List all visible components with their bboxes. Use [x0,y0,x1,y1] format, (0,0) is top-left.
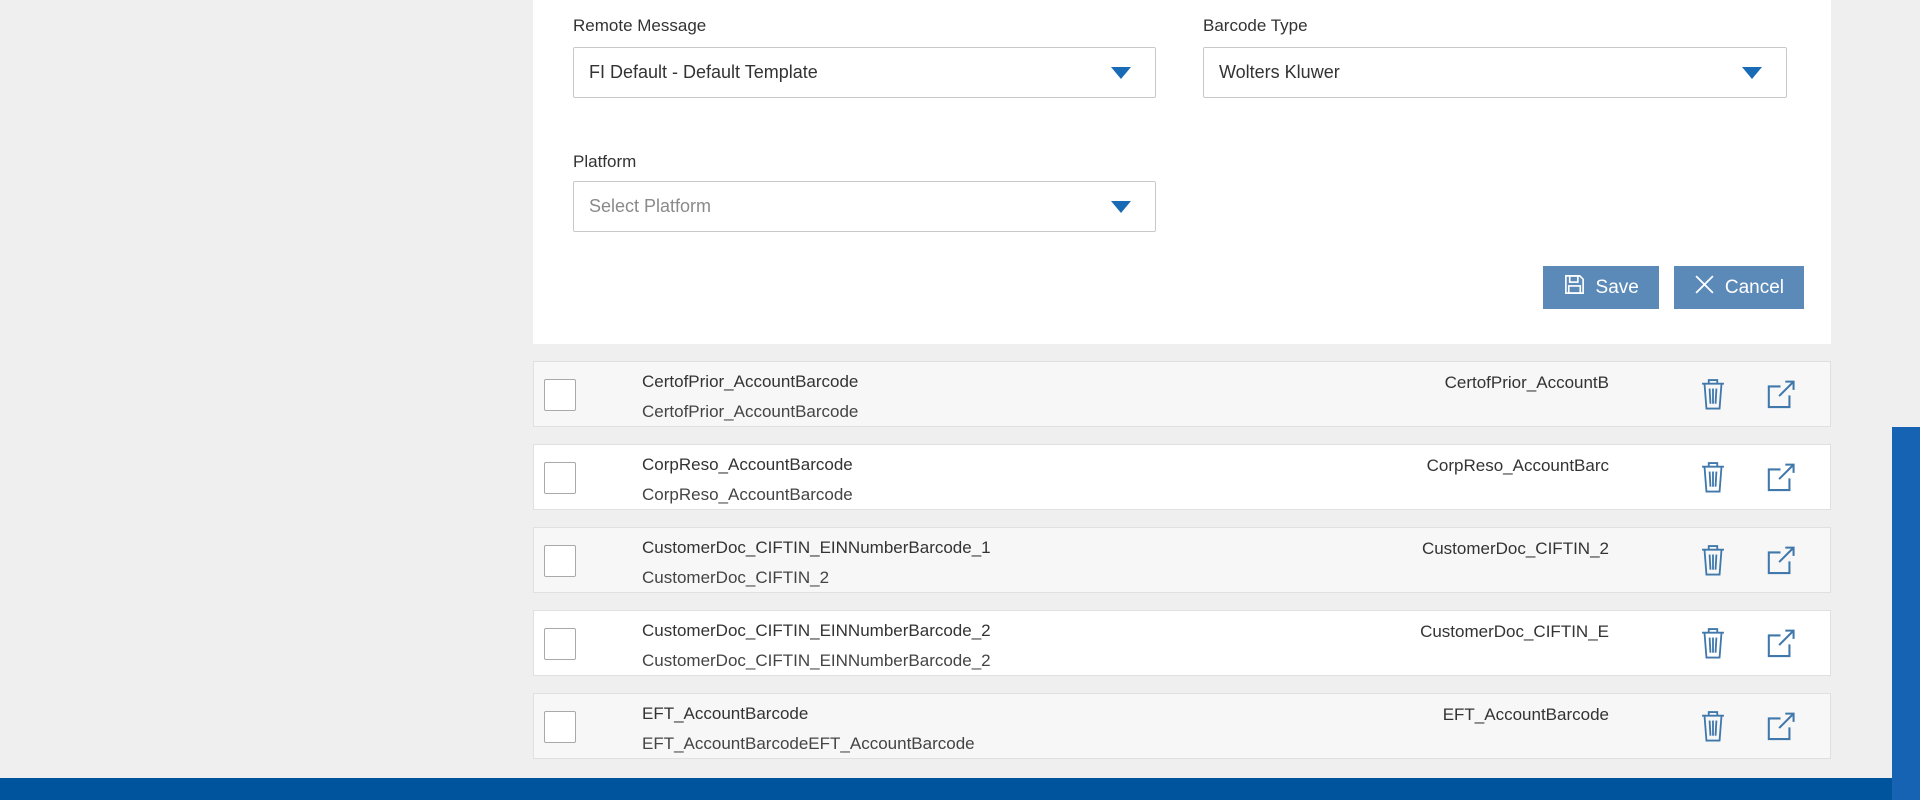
save-button[interactable]: Save [1543,266,1659,309]
open-button[interactable] [1764,461,1797,494]
open-button[interactable] [1764,378,1797,411]
bottom-bar [0,778,1920,800]
row-name: EFT_AccountBarcode [642,703,975,724]
trash-icon [1698,399,1728,414]
table-row: CustomerDoc_CIFTIN_EINNumberBarcode_2 Cu… [533,610,1831,676]
row-value: EFT_AccountBarcode [1443,705,1609,725]
row-checkbox[interactable] [544,628,576,660]
table-row: CertofPrior_AccountBarcode CertofPrior_A… [533,361,1831,427]
trash-icon [1698,648,1728,663]
remote-message-value: FI Default - Default Template [589,62,818,83]
row-subtitle: CustomerDoc_CIFTIN_2 [642,567,991,588]
row-value: CorpReso_AccountBarc [1427,456,1609,476]
x-icon [1694,274,1715,301]
open-button[interactable] [1764,710,1797,743]
row-subtitle: CustomerDoc_CIFTIN_EINNumberBarcode_2 [642,650,991,671]
platform-placeholder: Select Platform [589,196,711,217]
open-button[interactable] [1764,544,1797,577]
barcode-type-select[interactable]: Wolters Kluwer [1203,47,1787,98]
delete-button[interactable] [1698,626,1728,660]
open-in-new-icon [1764,731,1797,746]
chevron-down-icon [1111,67,1131,79]
save-floppy-icon [1563,273,1586,302]
chevron-down-icon [1111,201,1131,213]
trash-icon [1698,731,1728,746]
row-name: CorpReso_AccountBarcode [642,454,853,475]
barcode-list: CertofPrior_AccountBarcode CertofPrior_A… [533,361,1831,776]
row-checkbox[interactable] [544,379,576,411]
open-in-new-icon [1764,648,1797,663]
scrollbar-thumb[interactable] [1892,427,1920,800]
trash-icon [1698,565,1728,580]
remote-message-label: Remote Message [573,16,706,36]
trash-icon [1698,482,1728,497]
barcode-type-value: Wolters Kluwer [1219,62,1340,83]
row-name: CustomerDoc_CIFTIN_EINNumberBarcode_1 [642,537,991,558]
row-subtitle: CertofPrior_AccountBarcode [642,401,858,422]
cancel-button-label: Cancel [1725,277,1784,299]
row-value: CertofPrior_AccountB [1445,373,1609,393]
row-subtitle: EFT_AccountBarcodeEFT_AccountBarcode [642,733,975,754]
form-actions: Save Cancel [1543,266,1804,309]
row-name: CertofPrior_AccountBarcode [642,371,858,392]
open-in-new-icon [1764,482,1797,497]
table-row: CustomerDoc_CIFTIN_EINNumberBarcode_1 Cu… [533,527,1831,593]
row-checkbox[interactable] [544,545,576,577]
row-name: CustomerDoc_CIFTIN_EINNumberBarcode_2 [642,620,991,641]
row-value: CustomerDoc_CIFTIN_E [1420,622,1609,642]
open-button[interactable] [1764,627,1797,660]
open-in-new-icon [1764,565,1797,580]
save-button-label: Save [1596,277,1639,299]
platform-select[interactable]: Select Platform [573,181,1156,232]
row-subtitle: CorpReso_AccountBarcode [642,484,853,505]
row-checkbox[interactable] [544,711,576,743]
delete-button[interactable] [1698,377,1728,411]
platform-label: Platform [573,152,636,172]
cancel-button[interactable]: Cancel [1674,266,1804,309]
barcode-type-label: Barcode Type [1203,16,1308,36]
row-checkbox[interactable] [544,462,576,494]
screen: Remote Message FI Default - Default Temp… [0,0,1920,800]
chevron-down-icon [1742,67,1762,79]
delete-button[interactable] [1698,709,1728,743]
delete-button[interactable] [1698,460,1728,494]
delete-button[interactable] [1698,543,1728,577]
row-value: CustomerDoc_CIFTIN_2 [1422,539,1609,559]
open-in-new-icon [1764,399,1797,414]
table-row: CorpReso_AccountBarcode CorpReso_Account… [533,444,1831,510]
remote-message-select[interactable]: FI Default - Default Template [573,47,1156,98]
table-row: EFT_AccountBarcode EFT_AccountBarcodeEFT… [533,693,1831,759]
form-panel: Remote Message FI Default - Default Temp… [533,0,1831,344]
